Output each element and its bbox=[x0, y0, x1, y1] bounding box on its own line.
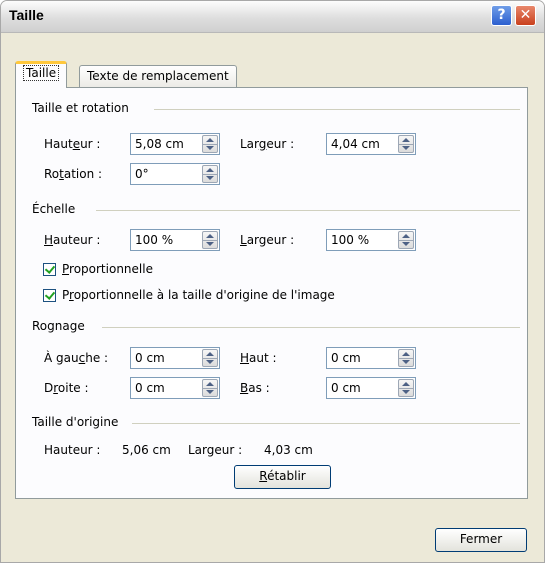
tab-size[interactable]: Taille bbox=[15, 61, 68, 88]
scale-height-value: 100 % bbox=[135, 233, 174, 247]
rotation-label: Rotation : bbox=[44, 167, 103, 181]
spinner-arrows-icon[interactable] bbox=[398, 135, 414, 153]
spinner-arrows-icon[interactable] bbox=[398, 349, 414, 367]
height-value: 5,08 cm bbox=[135, 137, 184, 151]
separator bbox=[96, 210, 520, 211]
checkmark-icon bbox=[44, 263, 56, 274]
help-button[interactable]: ? bbox=[491, 5, 512, 26]
tab-alt-text[interactable]: Texte de remplacement bbox=[79, 65, 237, 87]
height-spinner[interactable]: 5,08 cm bbox=[130, 133, 220, 155]
crop-bottom-label: Bas : bbox=[240, 381, 270, 395]
crop-left-spinner[interactable]: 0 cm bbox=[130, 347, 220, 369]
tab-size-label: Taille bbox=[23, 65, 60, 81]
separator bbox=[102, 327, 520, 328]
spinner-arrows-icon[interactable] bbox=[202, 135, 218, 153]
crop-left-value: 0 cm bbox=[135, 351, 165, 365]
crop-right-value: 0 cm bbox=[135, 381, 165, 395]
scale-width-label: Largeur : bbox=[240, 233, 295, 247]
crop-right-label: Droite : bbox=[44, 381, 89, 395]
crop-right-spinner[interactable]: 0 cm bbox=[130, 377, 220, 399]
relative-to-original-label[interactable]: Proportionnelle à la taille d'origine de… bbox=[62, 288, 335, 302]
close-button[interactable]: ✕ bbox=[515, 5, 536, 26]
question-icon: ? bbox=[497, 7, 506, 23]
original-size-heading: Taille d'origine bbox=[32, 415, 119, 429]
scale-height-spinner[interactable]: 100 % bbox=[130, 229, 220, 251]
crop-heading: Rognage bbox=[32, 319, 85, 333]
crop-top-label: Haut : bbox=[240, 351, 277, 365]
close-icon: ✕ bbox=[519, 7, 532, 23]
width-label: Largeur : bbox=[240, 137, 295, 151]
width-value: 4,04 cm bbox=[331, 137, 380, 151]
spinner-arrows-icon[interactable] bbox=[202, 165, 218, 183]
lock-aspect-checkbox[interactable] bbox=[43, 263, 56, 276]
scale-width-spinner[interactable]: 100 % bbox=[326, 229, 416, 251]
scale-width-value: 100 % bbox=[331, 233, 370, 247]
checkmark-icon bbox=[44, 289, 56, 300]
scale-heading: Échelle bbox=[32, 202, 76, 216]
original-height-label: Hauteur : bbox=[44, 443, 101, 457]
spinner-arrows-icon[interactable] bbox=[202, 349, 218, 367]
size-rotation-heading: Taille et rotation bbox=[32, 101, 129, 115]
close-dialog-button[interactable]: Fermer bbox=[435, 528, 527, 552]
tab-alt-text-label: Texte de remplacement bbox=[87, 69, 229, 83]
size-dialog: Taille ? ✕ Taille Texte de remplacement … bbox=[0, 0, 545, 563]
original-width-label: Largeur : bbox=[188, 443, 243, 457]
rotation-value: 0° bbox=[135, 167, 149, 181]
dialog-title: Taille bbox=[9, 7, 44, 23]
crop-bottom-value: 0 cm bbox=[331, 381, 361, 395]
title-bar[interactable]: Taille ? ✕ bbox=[1, 1, 544, 33]
separator bbox=[154, 109, 520, 110]
original-height-value: 5,06 cm bbox=[122, 443, 171, 457]
crop-left-label: À gauche : bbox=[44, 351, 109, 365]
crop-bottom-spinner[interactable]: 0 cm bbox=[326, 377, 416, 399]
crop-top-spinner[interactable]: 0 cm bbox=[326, 347, 416, 369]
reset-button[interactable]: Rétablir bbox=[234, 465, 331, 489]
rotation-spinner[interactable]: 0° bbox=[130, 163, 220, 185]
crop-top-value: 0 cm bbox=[331, 351, 361, 365]
relative-to-original-checkbox[interactable] bbox=[43, 289, 56, 302]
original-width-value: 4,03 cm bbox=[264, 443, 313, 457]
spinner-arrows-icon[interactable] bbox=[202, 379, 218, 397]
spinner-arrows-icon[interactable] bbox=[398, 379, 414, 397]
height-label: Hauteur : bbox=[44, 137, 101, 151]
separator bbox=[132, 423, 520, 424]
lock-aspect-label[interactable]: Proportionnelle bbox=[62, 262, 153, 276]
width-spinner[interactable]: 4,04 cm bbox=[326, 133, 416, 155]
spinner-arrows-icon[interactable] bbox=[398, 231, 414, 249]
scale-height-label: Hauteur : bbox=[44, 233, 101, 247]
spinner-arrows-icon[interactable] bbox=[202, 231, 218, 249]
size-tab-panel: Taille et rotation Hauteur : 5,08 cm Lar… bbox=[15, 87, 528, 499]
